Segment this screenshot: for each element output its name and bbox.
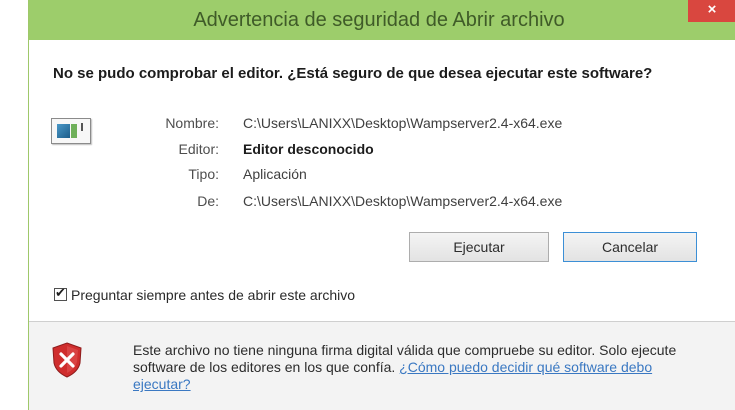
warning-message: Este archivo no tiene ninguna firma digi… bbox=[133, 342, 713, 393]
checkmark-icon: ✔ bbox=[55, 285, 66, 300]
title-bar[interactable]: Advertencia de seguridad de Abrir archiv… bbox=[29, 0, 735, 40]
warning-shield-icon bbox=[52, 342, 82, 378]
from-value: C:\Users\LANIXX\Desktop\Wampserver2.4-x6… bbox=[243, 193, 563, 209]
always-ask-checkbox[interactable]: ✔ bbox=[54, 285, 67, 301]
name-value: C:\Users\LANIXX\Desktop\Wampserver2.4-x6… bbox=[243, 115, 563, 131]
name-label: Nombre: bbox=[165, 115, 219, 131]
always-ask-label[interactable]: Preguntar siempre antes de abrir este ar… bbox=[71, 287, 355, 303]
from-label: De: bbox=[197, 193, 219, 209]
close-button[interactable]: × bbox=[688, 0, 735, 22]
publisher-label: Editor: bbox=[178, 141, 219, 157]
publisher-value: Editor desconocido bbox=[243, 141, 374, 157]
footer-panel: Este archivo no tiene ninguna firma digi… bbox=[29, 322, 735, 410]
warning-heading: No se pudo comprobar el editor. ¿Está se… bbox=[53, 65, 653, 82]
type-label: Tipo: bbox=[188, 166, 219, 182]
cancel-button[interactable]: Cancelar bbox=[563, 232, 697, 262]
type-value: Aplicación bbox=[243, 166, 307, 182]
window-title: Advertencia de seguridad de Abrir archiv… bbox=[193, 9, 565, 31]
run-button[interactable]: Ejecutar bbox=[409, 232, 549, 262]
security-warning-dialog: Advertencia de seguridad de Abrir archiv… bbox=[28, 0, 735, 410]
